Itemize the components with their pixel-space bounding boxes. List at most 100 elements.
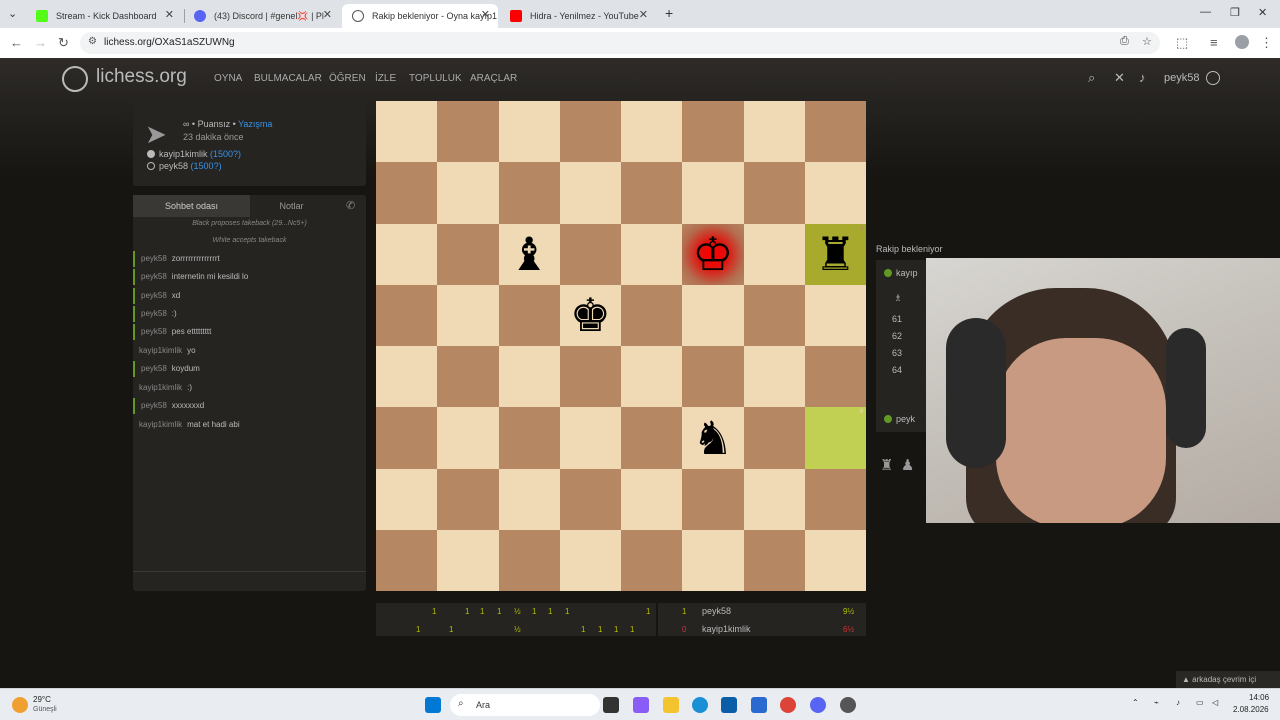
board-square[interactable] xyxy=(743,407,805,469)
crosstable-result[interactable]: 1 xyxy=(548,607,552,616)
board-square[interactable] xyxy=(621,468,683,530)
crosstable-result[interactable]: 1 xyxy=(532,607,536,616)
board-square[interactable] xyxy=(437,162,499,224)
board-square[interactable] xyxy=(559,162,621,224)
task-view-icon[interactable] xyxy=(603,697,619,713)
white-player-name[interactable]: kayip1kimlik xyxy=(159,149,208,159)
volume-icon[interactable]: ◁ xyxy=(1212,698,1218,707)
crosstable-result[interactable]: 1 xyxy=(480,607,484,616)
board-square[interactable] xyxy=(437,223,499,285)
crosstable-result[interactable]: 1 xyxy=(565,607,569,616)
challenge-icon[interactable]: ✕ xyxy=(1114,70,1125,86)
board-square[interactable] xyxy=(498,346,560,408)
crosstable-result[interactable]: 0 xyxy=(682,625,686,634)
crosstable-result[interactable]: 1 xyxy=(416,625,420,634)
weather-sun-icon[interactable] xyxy=(12,697,28,713)
board-square[interactable] xyxy=(682,101,744,163)
board-square[interactable] xyxy=(559,223,621,285)
crosstable-result[interactable]: ½ xyxy=(514,607,521,616)
crosstable-result[interactable]: 1 xyxy=(497,607,501,616)
new-tab-button[interactable]: + xyxy=(665,5,673,21)
discord-taskbar-icon[interactable] xyxy=(810,697,826,713)
board-square[interactable] xyxy=(498,468,560,530)
crosstable-result[interactable]: 1 xyxy=(646,607,650,616)
crosstable-player-1[interactable]: peyk58 xyxy=(702,606,731,616)
board-square[interactable] xyxy=(743,223,805,285)
forward-icon[interactable]: → xyxy=(34,35,47,50)
bookmark-star-icon[interactable]: ☆ xyxy=(1142,35,1152,48)
crosstable-result[interactable]: 1 xyxy=(598,625,602,634)
board-square[interactable] xyxy=(437,407,499,469)
browser-tab-discord[interactable]: (43) Discord | #genel💢 | Pl ✕ xyxy=(184,4,340,28)
notification-bell-icon[interactable]: ♪ xyxy=(1139,70,1146,85)
board-square[interactable] xyxy=(743,101,805,163)
user-avatar-icon[interactable] xyxy=(1206,71,1220,85)
move-number[interactable]: 64 xyxy=(892,365,902,375)
board-square[interactable] xyxy=(498,529,560,591)
tab-notes[interactable]: Notlar xyxy=(233,195,350,217)
message-author[interactable]: peyk58 xyxy=(141,272,167,281)
close-icon[interactable]: ✕ xyxy=(639,8,648,21)
board-square[interactable] xyxy=(437,529,499,591)
mail-icon[interactable] xyxy=(751,697,767,713)
board-square[interactable] xyxy=(621,223,683,285)
board-square[interactable] xyxy=(376,101,438,163)
board-square[interactable] xyxy=(804,162,866,224)
nav-learn[interactable]: ÖĞREN xyxy=(329,73,366,84)
reload-icon[interactable]: ↻ xyxy=(58,35,69,51)
search-icon[interactable]: ⌕ xyxy=(1088,70,1095,86)
board-square[interactable] xyxy=(621,162,683,224)
board-square[interactable] xyxy=(804,346,866,408)
board-square[interactable] xyxy=(743,529,805,591)
move-number[interactable]: 63 xyxy=(892,348,902,358)
board-square[interactable] xyxy=(743,468,805,530)
taskbar-search[interactable]: ⌕ Ara xyxy=(450,694,600,716)
crosstable-player-2[interactable]: kayip1kimlik xyxy=(702,624,751,634)
store-icon[interactable] xyxy=(721,697,737,713)
board-square[interactable] xyxy=(498,162,560,224)
friends-online-bar[interactable]: ▲ arkadaş çevrim içi xyxy=(1176,671,1280,688)
board-square[interactable] xyxy=(437,468,499,530)
lichess-logo-icon[interactable] xyxy=(62,66,88,92)
move-number[interactable]: 62 xyxy=(892,331,902,341)
url-field[interactable]: ⚙ lichess.org/OXaS1aSZUWNg ⎙ ☆ xyxy=(80,32,1160,54)
crosstable-result[interactable]: ½ xyxy=(514,625,521,634)
board-square[interactable] xyxy=(376,162,438,224)
board-square[interactable] xyxy=(437,346,499,408)
close-icon[interactable]: ✕ xyxy=(481,8,490,21)
extensions-icon[interactable]: ⬚ xyxy=(1176,35,1188,51)
nav-watch[interactable]: İZLE xyxy=(375,73,396,84)
crosstable-result[interactable]: 1 xyxy=(581,625,585,634)
board-square[interactable] xyxy=(376,407,438,469)
browser-tab-lichess[interactable]: Rakip bekleniyor - Oyna kayıp1 ✕ xyxy=(342,4,498,28)
nav-play[interactable]: OYNA xyxy=(214,73,242,84)
message-author[interactable]: peyk58 xyxy=(141,291,167,300)
board-square[interactable] xyxy=(559,346,621,408)
board-square[interactable] xyxy=(621,407,683,469)
board-square[interactable] xyxy=(682,346,744,408)
nav-puzzles[interactable]: BULMACALAR xyxy=(254,73,322,84)
cast-icon[interactable]: ⎙ xyxy=(1120,35,1129,48)
clock-date[interactable]: 2.08.2026 xyxy=(1233,705,1269,714)
close-icon[interactable]: ✕ xyxy=(165,8,174,21)
board-square[interactable] xyxy=(621,101,683,163)
back-icon[interactable]: ← xyxy=(10,35,23,50)
black-knight-icon[interactable]: ♞ xyxy=(682,407,743,468)
weather-temperature[interactable]: 29°C xyxy=(33,695,51,704)
board-square[interactable] xyxy=(376,284,438,346)
menu-icon[interactable]: ⋮ xyxy=(1260,35,1273,51)
board-square[interactable] xyxy=(437,284,499,346)
nav-community[interactable]: TOPLULUK xyxy=(409,73,462,84)
message-author[interactable]: kayip1kimlik xyxy=(139,420,182,429)
board-square[interactable] xyxy=(682,529,744,591)
obs-icon[interactable] xyxy=(840,697,856,713)
chess-board[interactable]: 1 2 3 4 5 6 7 8 h g f e d c b a ♝ ♔ ♜ ♚ ♞ xyxy=(376,101,866,591)
message-author[interactable]: peyk58 xyxy=(141,401,167,410)
minimize-icon[interactable]: — xyxy=(1200,6,1211,18)
board-square[interactable] xyxy=(804,529,866,591)
display-icon[interactable]: ▭ xyxy=(1196,698,1204,707)
board-square[interactable] xyxy=(743,162,805,224)
profile-avatar[interactable] xyxy=(1235,35,1249,49)
message-author[interactable]: peyk58 xyxy=(141,254,167,263)
board-square[interactable] xyxy=(682,468,744,530)
